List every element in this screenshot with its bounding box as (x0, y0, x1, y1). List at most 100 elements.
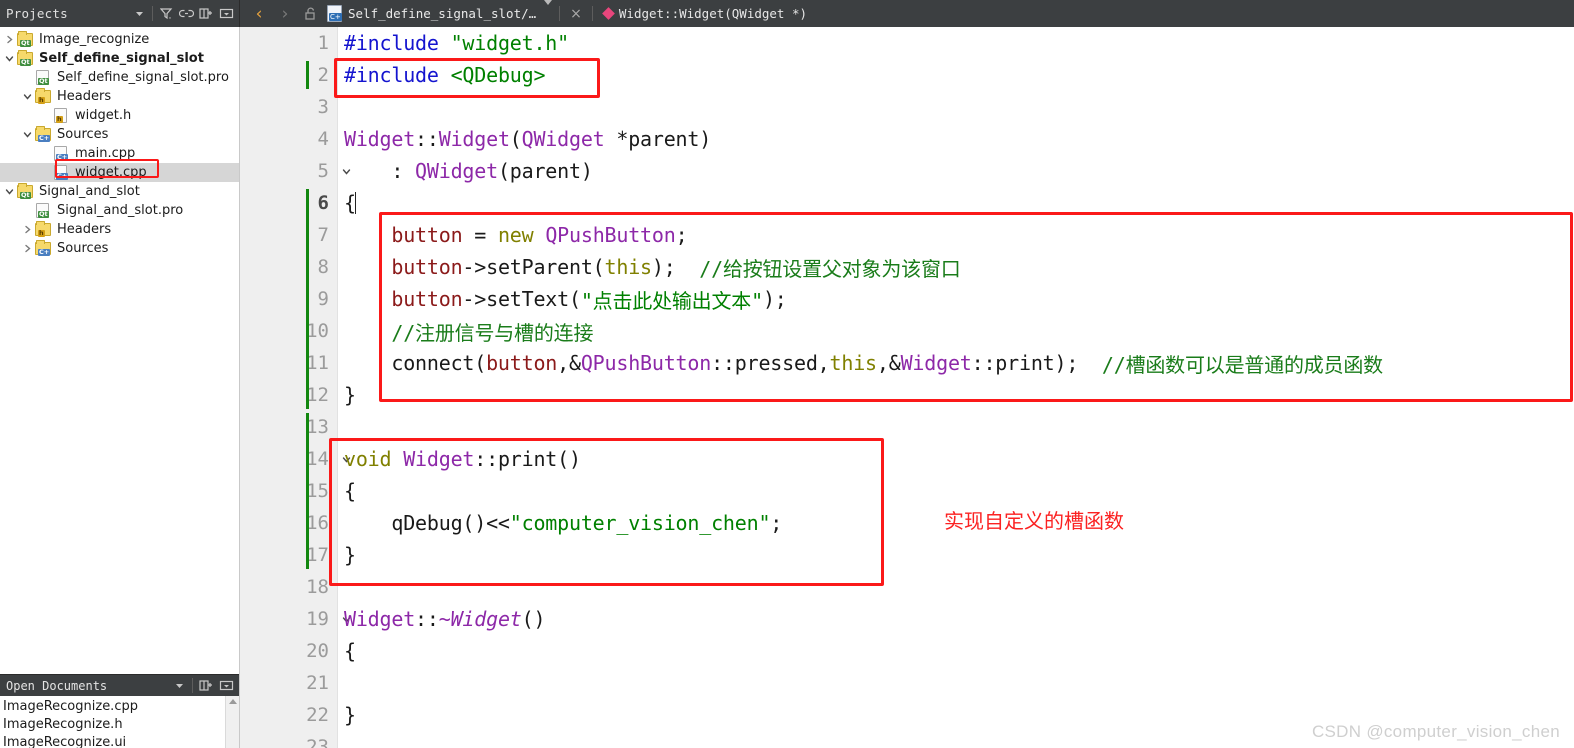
code-line: button = new QPushButton; (344, 219, 1574, 251)
open-document-item[interactable]: ImageRecognize.cpp (0, 697, 239, 715)
h-file-icon: h (53, 108, 70, 123)
c-file-icon: C+ (53, 146, 70, 161)
open-documents-scrollbar[interactable] (225, 696, 239, 748)
project-tree[interactable]: Qt Image_recognize Qt Self_define_signal_sl… (0, 27, 239, 674)
code-token: Widget (438, 127, 510, 151)
chevron-down-icon[interactable] (169, 675, 189, 697)
chevron-right-icon[interactable] (20, 225, 35, 234)
line-number: 10 (306, 320, 329, 342)
code-token: : (344, 159, 416, 183)
split-icon[interactable] (196, 675, 216, 697)
collapse-icon[interactable] (216, 675, 236, 697)
line-number: 16 (306, 512, 329, 534)
chevron-down-icon[interactable] (2, 54, 17, 63)
code-line: { (344, 635, 1574, 667)
tree-item-label: Self_define_signal_slot.pro (57, 70, 229, 85)
open-documents-list[interactable]: ImageRecognize.cpp ImageRecognize.h ImageR… (0, 696, 239, 748)
scroll-up-icon[interactable] (229, 699, 237, 704)
code-token: qDebug()<< (344, 511, 510, 535)
open-document-item[interactable]: ImageRecognize.h (0, 715, 239, 733)
code-token: ); (651, 255, 700, 279)
code-token: #include (344, 31, 451, 55)
annotation-slot-note: 实现自定义的槽函数 (944, 509, 1124, 533)
code-token: "点击此处输出文本" (580, 288, 763, 313)
lock-icon[interactable] (298, 0, 322, 27)
open-document-item[interactable]: ImageRecognize.ui (0, 733, 239, 748)
tree-item-headers[interactable]: h Headers (0, 87, 239, 106)
tree-item-label: widget.h (75, 108, 132, 123)
tree-item-label: Sources (57, 241, 109, 256)
c-file-icon: C+ (53, 165, 70, 180)
code-token: ->setText( (462, 287, 581, 311)
code-token: Widget (403, 447, 475, 471)
tab-close-icon[interactable]: × (563, 0, 589, 27)
method-icon (602, 7, 615, 20)
editor-tab-bar: ‹ › C+ Self_define_signal_slot/… × Widge… (240, 0, 1574, 27)
code-line: } (344, 379, 1574, 411)
tree-item-sources[interactable]: C+ Sources (0, 239, 239, 258)
chevron-down-icon[interactable] (129, 3, 149, 25)
tab-dropdown-icon[interactable] (544, 0, 553, 5)
tree-item-image-recognize[interactable]: Qt Image_recognize (0, 30, 239, 49)
line-number: 5 (240, 155, 350, 187)
link-icon[interactable] (176, 3, 196, 25)
code-token: QPushButton (580, 351, 712, 375)
code-token: ( (509, 127, 522, 151)
tree-item-self-define-signal-slot-pro[interactable]: Qt Self_define_signal_slot.pro (0, 68, 239, 87)
tree-item-label: Headers (57, 89, 112, 104)
code-token: ; (675, 223, 688, 247)
chevron-down-icon[interactable] (2, 187, 17, 196)
nav-back-icon[interactable]: ‹ (246, 0, 272, 27)
tree-item-main-cpp[interactable]: C+ main.cpp (0, 144, 239, 163)
tree-item-signal-and-slot-pro[interactable]: Qt Signal_and_slot.pro (0, 201, 239, 220)
code-token: this (604, 255, 653, 279)
tree-item-widget-cpp[interactable]: C+ widget.cpp (0, 163, 239, 182)
chevron-down-icon[interactable] (20, 130, 35, 139)
tree-item-widget-h[interactable]: h widget.h (0, 106, 239, 125)
nav-forward-icon[interactable]: › (272, 0, 298, 27)
divider (591, 6, 593, 21)
code-token: Widget (900, 351, 972, 375)
tree-item-self-define-signal-slot[interactable]: Qt Self_define_signal_slot (0, 49, 239, 68)
filter-icon[interactable] (156, 3, 176, 25)
split-icon[interactable] (196, 3, 216, 25)
qt-creator-window: Projects ‹ › C+ Self_define_signal_slot/… (0, 0, 1574, 748)
code-token: new (497, 223, 534, 247)
code-editor[interactable]: 1 2 3 4 5 6 7 8 9 10 11 12 13 14 15 16 17 18 19 20 21 22 23 #i… (240, 27, 1574, 748)
qt-file-icon: Qt (35, 70, 52, 85)
code-token: this (829, 351, 878, 375)
code-token: //槽函数可以是普通的成员函数 (1101, 352, 1383, 377)
code-line: connect(button ,& QPushButton::pressed, thi… (344, 347, 1574, 379)
tab-current-file[interactable]: C+ Self_define_signal_slot/… (322, 0, 540, 27)
tree-item-signal-and-slot[interactable]: Qt Signal_and_slot (0, 182, 239, 201)
code-text-area[interactable]: #include "widget.h" #include <QDebug> Widg… (338, 27, 1574, 748)
chevron-down-icon[interactable] (20, 92, 35, 101)
code-token: = (462, 223, 498, 247)
projects-sidebar: Qt Image_recognize Qt Self_define_signal_sl… (0, 27, 240, 748)
collapse-icon[interactable] (216, 3, 236, 25)
c-folder-icon: C+ (35, 126, 52, 142)
chevron-right-icon[interactable] (2, 35, 17, 44)
code-token: () (521, 607, 546, 631)
code-line: { (344, 187, 1574, 219)
code-token: connect( (344, 351, 487, 375)
line-number: 12 (306, 384, 329, 406)
tree-item-sources[interactable]: C+ Sources (0, 125, 239, 144)
chevron-right-icon[interactable] (20, 244, 35, 253)
code-token: button (391, 255, 463, 279)
qt-project-icon: Qt (17, 31, 34, 47)
top-bar: Projects ‹ › C+ Self_define_signal_slot/… (0, 0, 1574, 27)
h-folder-icon: h (35, 88, 52, 104)
tree-item-headers[interactable]: h Headers (0, 220, 239, 239)
code-token: QWidget (521, 127, 605, 151)
symbol-selector[interactable]: Widget::Widget(QWidget *) (596, 0, 807, 27)
tree-item-label: widget.cpp (75, 165, 147, 180)
code-token: "widget.h" (450, 31, 570, 55)
code-token: ,& (557, 351, 581, 375)
